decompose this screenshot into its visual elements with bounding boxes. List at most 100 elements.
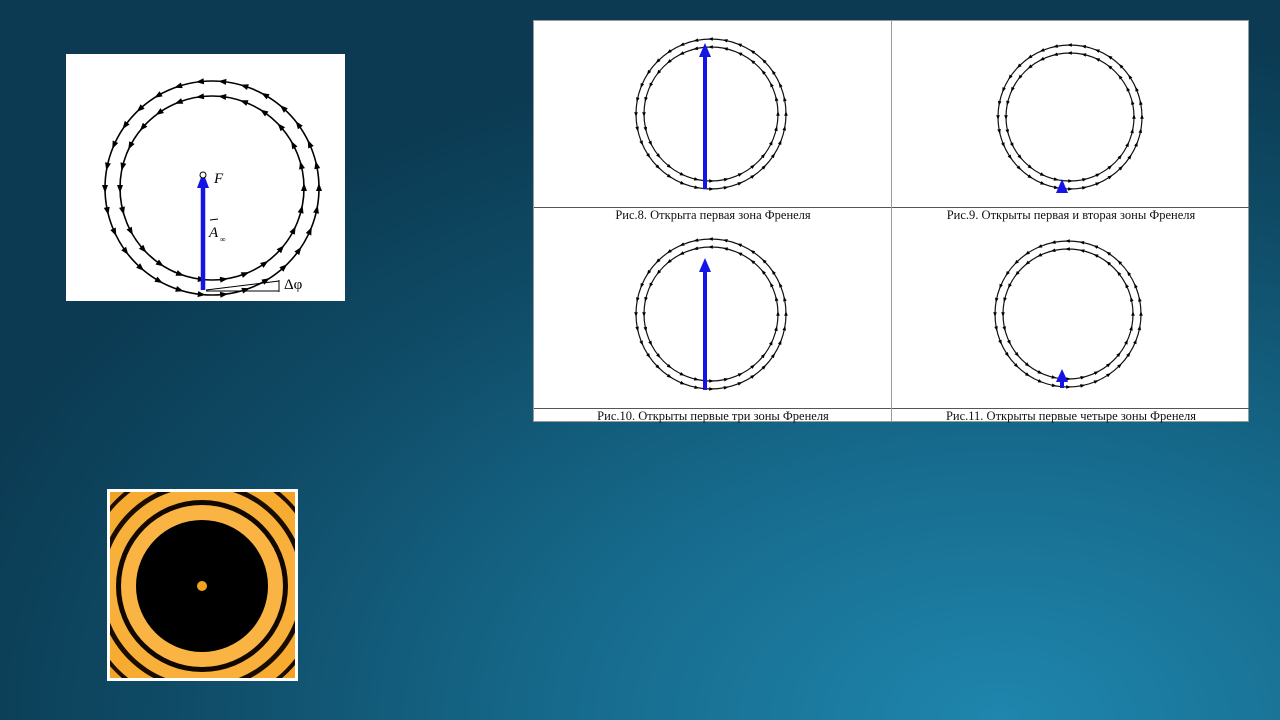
vector-arrowhead xyxy=(1066,385,1071,389)
vector-arrowhead xyxy=(1007,154,1012,160)
vector-arrowhead xyxy=(737,373,743,377)
vector-arrowhead xyxy=(1095,182,1101,186)
vector-arrowhead xyxy=(305,226,312,236)
vector-arrowhead xyxy=(1004,352,1009,358)
vector-arrowhead xyxy=(779,282,783,288)
vector-arrowhead xyxy=(121,246,129,255)
vector-arrowhead xyxy=(1093,380,1099,384)
vector-arrowhead xyxy=(175,270,185,276)
vector-arrowhead xyxy=(1134,283,1138,289)
vector-arrowhead xyxy=(1128,74,1133,80)
vector-arrowhead xyxy=(737,173,743,177)
vector-arrowhead xyxy=(998,339,1002,345)
vector-arrowhead xyxy=(709,387,714,391)
vector-arrowhead xyxy=(649,282,654,288)
phase-label: Δφ xyxy=(284,277,303,293)
vector-arrowhead xyxy=(770,282,774,288)
vector-arrowhead xyxy=(1027,54,1033,59)
vector-arrowhead xyxy=(1065,247,1070,251)
vector-arrowhead xyxy=(784,111,788,116)
vector-arrowhead xyxy=(1127,270,1132,276)
vector-arrowhead xyxy=(1068,187,1073,191)
vector-arrowhead xyxy=(639,140,643,146)
vector-arrowhead xyxy=(709,379,714,383)
vector-arrowhead xyxy=(1011,86,1015,92)
vector-arrowhead xyxy=(737,182,743,186)
vector-arrowhead xyxy=(1004,115,1008,120)
vector-arrowhead xyxy=(119,206,125,215)
vector-arrowhead xyxy=(708,237,713,241)
vector-arrowhead xyxy=(649,82,654,88)
vector-arrowhead xyxy=(1009,142,1014,148)
focus-point xyxy=(199,171,207,179)
vector-arrowhead xyxy=(779,82,783,88)
vector-arrowhead xyxy=(708,45,713,49)
vector-arrowhead xyxy=(737,382,743,386)
vector-arrowhead xyxy=(1135,86,1139,92)
vector-arrowhead xyxy=(1131,311,1135,316)
vector-arrowhead xyxy=(777,139,782,146)
vector-arrowhead xyxy=(737,52,743,57)
vector-arrowhead xyxy=(1037,253,1043,257)
vector-arrowhead xyxy=(709,187,714,191)
fresnel-figures-grid: Рис.8. Открыта первая зона Френеля Рис.9… xyxy=(533,20,1250,423)
figure-10-arrowhead xyxy=(699,258,711,272)
figure-11-arrowhead xyxy=(1056,369,1068,382)
vector-arrowhead xyxy=(261,278,270,285)
vector-arrowhead xyxy=(1039,48,1045,52)
vector-arrowhead xyxy=(708,245,713,249)
vector-arrowhead xyxy=(679,380,686,385)
vector-arrowhead xyxy=(174,98,184,104)
vector-arrowhead xyxy=(195,93,205,100)
vector-arrowhead xyxy=(1134,141,1138,147)
vector-arrowhead xyxy=(297,205,304,214)
outer-spiral-ring xyxy=(104,80,320,296)
vector-arrowhead xyxy=(679,242,685,246)
vector-arrowhead xyxy=(155,259,164,267)
figure-8: Рис.8. Открыта первая зона Френеля xyxy=(534,21,892,222)
vector-arrowhead xyxy=(1132,114,1136,119)
vector-arrowhead xyxy=(640,82,645,89)
vector-arrowhead xyxy=(634,312,638,317)
vector-arrowhead xyxy=(110,227,117,237)
vector-arrowhead xyxy=(640,282,645,289)
focus-label: F xyxy=(213,171,224,187)
vector-arrowhead xyxy=(1001,312,1005,317)
vector-arrowhead xyxy=(736,243,743,248)
vector-arrowhead xyxy=(299,161,305,170)
vector-arrowhead xyxy=(679,42,685,46)
vector-arrowhead xyxy=(1037,244,1043,248)
vector-arrowhead xyxy=(316,183,322,191)
grid-divider xyxy=(891,21,892,421)
vector-arrowhead xyxy=(679,171,685,176)
central-bright-spot xyxy=(197,581,207,591)
figure-11: Рис.11. Открыты первые четыре зоны Френе… xyxy=(892,222,1250,423)
vector-arrowhead xyxy=(120,162,127,171)
vector-arrowhead xyxy=(126,226,133,236)
vector-arrowhead xyxy=(1002,87,1006,93)
vector-arrowhead xyxy=(1001,142,1005,148)
figure-10-caption: Рис.10. Открыты первые три зоны Френеля xyxy=(534,408,892,423)
vector-arrowhead xyxy=(709,179,714,183)
vector-arrowhead xyxy=(1093,245,1099,249)
vector-arrowhead xyxy=(736,43,743,48)
vector-arrowhead xyxy=(1133,339,1137,345)
vector-arrowhead xyxy=(1039,172,1045,176)
vector-arrowhead xyxy=(771,269,776,275)
inner-spiral-ring xyxy=(119,95,305,281)
amplitude-label: A xyxy=(208,225,219,241)
figure-11-caption: Рис.11. Открыты первые четыре зоны Френе… xyxy=(892,408,1250,423)
vector-arrowhead xyxy=(1037,379,1043,383)
vector-arrowhead xyxy=(1093,254,1099,258)
vector-arrowhead xyxy=(777,339,782,346)
figure-10-diagram xyxy=(634,237,788,391)
vector-arrowhead xyxy=(1140,114,1144,119)
vector-arrowhead xyxy=(1067,51,1072,55)
vector-arrowhead xyxy=(679,51,685,55)
vector-arrowhead xyxy=(1093,371,1099,375)
vector-arrowhead xyxy=(750,174,756,179)
vector-arrowhead xyxy=(642,312,646,317)
figure-8-arrowhead xyxy=(699,43,711,57)
vector-arrowhead xyxy=(666,49,672,54)
vector-arrowhead xyxy=(1124,339,1128,345)
